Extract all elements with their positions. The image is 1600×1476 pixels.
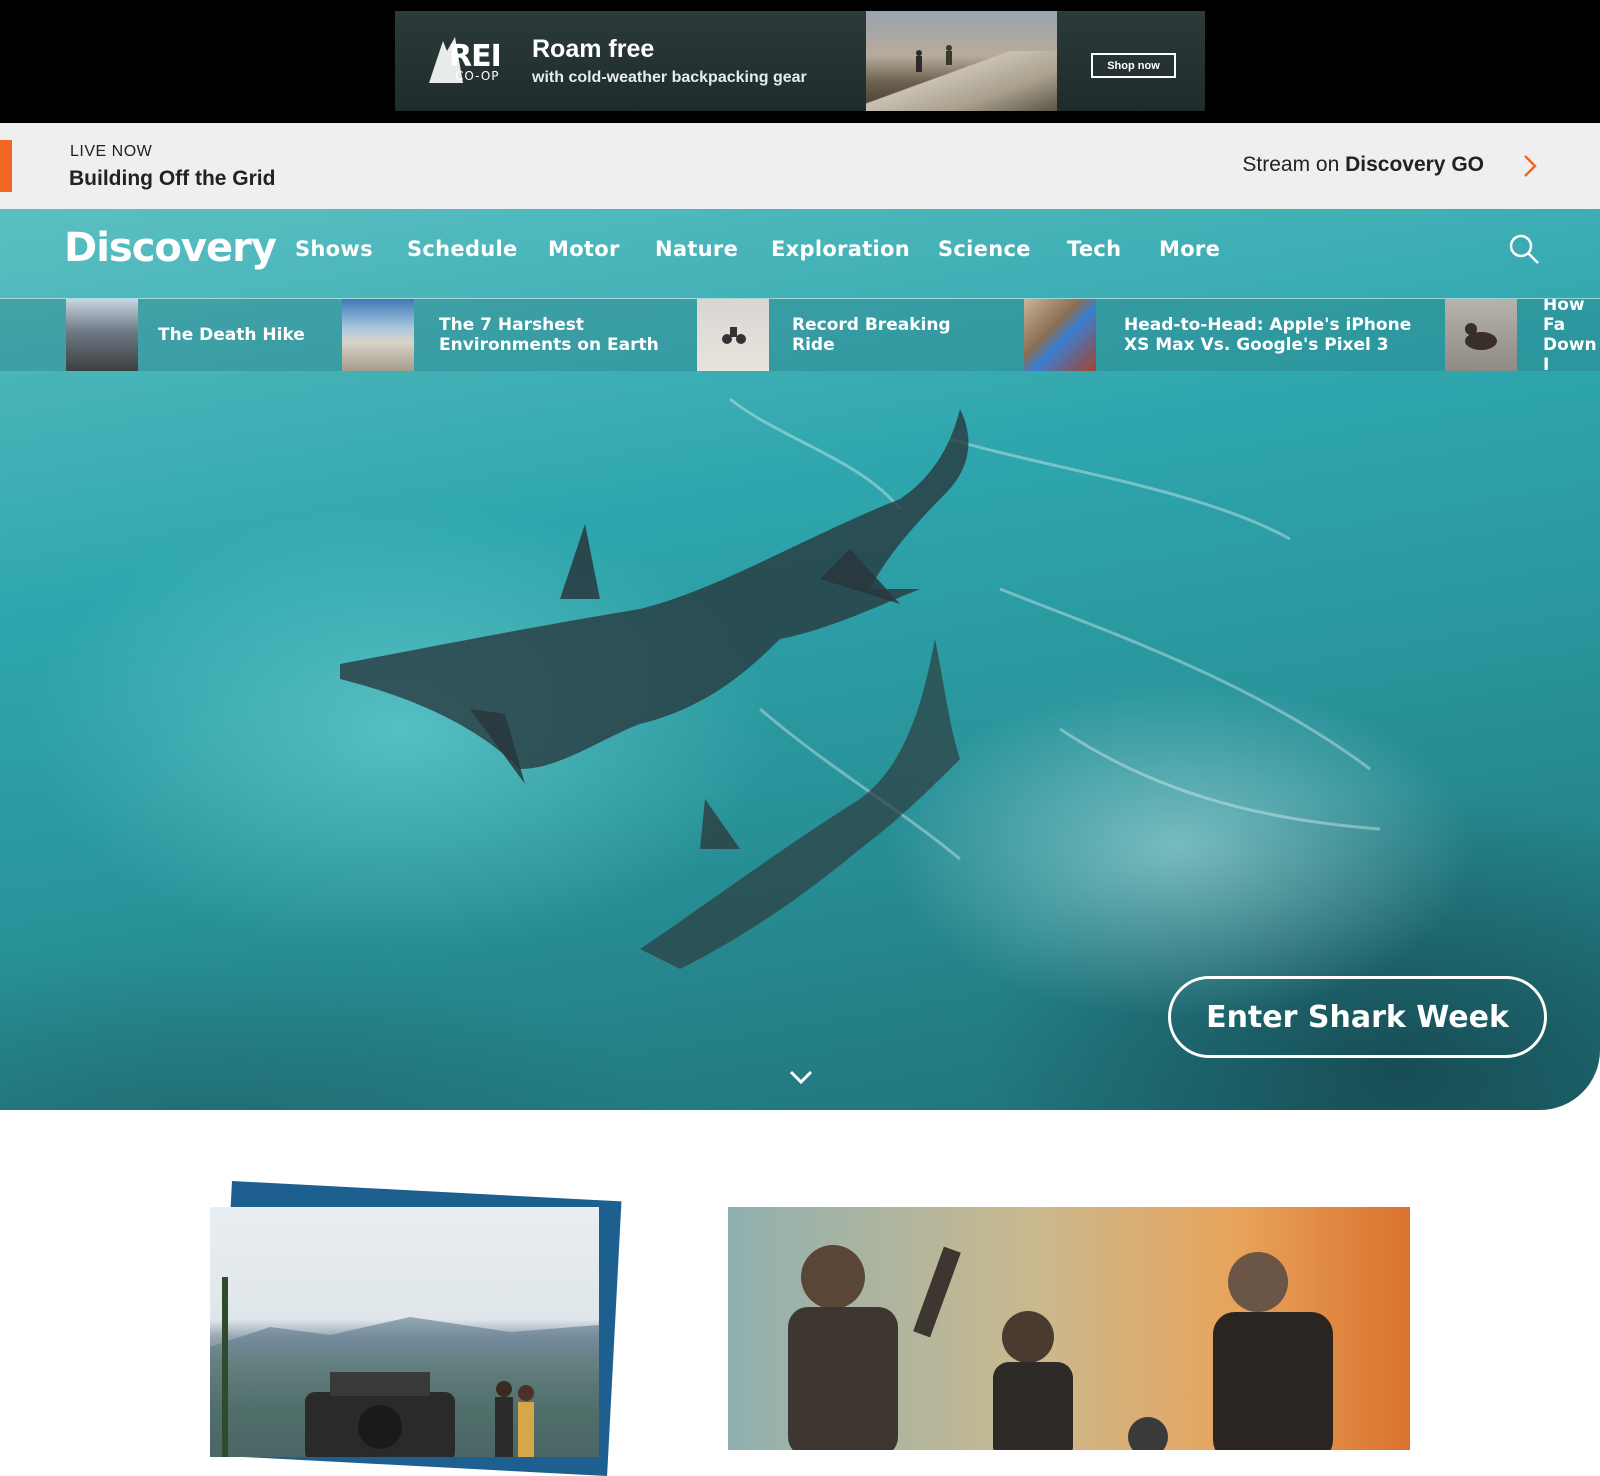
strip-card[interactable]: Head-to-Head: Apple's iPhone XS Max Vs. … [1024, 299, 1414, 371]
strip-thumbnail [1445, 299, 1517, 371]
nav-nature[interactable]: Nature [655, 237, 738, 261]
discovery-logo[interactable]: Discovery [64, 225, 277, 271]
ad-subline: with cold-weather backpacking gear [532, 69, 807, 86]
advertisement-banner[interactable]: REI CO-OP Roam free with cold-weather ba… [395, 11, 1205, 111]
nav-motor[interactable]: Motor [548, 237, 620, 261]
enter-shark-week-button[interactable]: Enter Shark Week [1168, 976, 1547, 1058]
feature-card-right[interactable] [728, 1207, 1410, 1450]
hero-section: Discovery Shows Schedule Motor Nature Ex… [0, 209, 1600, 1110]
ad-photo [866, 11, 1057, 111]
ad-headline: Roam free [532, 35, 655, 63]
live-now-label: LIVE NOW [70, 143, 153, 160]
stream-link[interactable]: Stream on Discovery GO [1242, 153, 1484, 177]
strip-thumbnail [342, 299, 414, 371]
chevron-right-icon[interactable] [1522, 153, 1538, 179]
strip-card-title: The 7 Harshest Environments on Earth [439, 315, 659, 355]
main-navigation: Discovery Shows Schedule Motor Nature Ex… [0, 209, 1600, 299]
strip-card[interactable]: The 7 Harshest Environments on Earth [342, 299, 662, 371]
shop-now-button[interactable]: Shop now [1091, 53, 1176, 78]
strip-card-title: Head-to-Head: Apple's iPhone XS Max Vs. … [1124, 315, 1412, 355]
strip-card[interactable]: The Death Hike [66, 299, 326, 371]
feature-photo-bikers [788, 1245, 1333, 1450]
strip-thumbnail [66, 299, 138, 371]
featured-strip: The Death Hike The 7 Harshest Environmen… [0, 299, 1600, 371]
strip-thumbnail [697, 299, 769, 371]
feature-photo-offroad [210, 1207, 599, 1457]
ad-brand-sub: CO-OP [455, 69, 500, 83]
rei-logo-icon: REI CO-OP [425, 33, 507, 89]
nav-shows[interactable]: Shows [295, 237, 373, 261]
nav-schedule[interactable]: Schedule [407, 237, 518, 261]
chevron-down-icon[interactable] [788, 1069, 814, 1085]
live-now-bar: LIVE NOW Building Off the Grid Stream on… [0, 123, 1600, 209]
stream-brand: Discovery GO [1345, 153, 1484, 176]
search-icon[interactable] [1508, 233, 1540, 265]
nav-science[interactable]: Science [938, 237, 1031, 261]
live-show-title[interactable]: Building Off the Grid [69, 167, 275, 191]
stream-prefix: Stream on [1242, 153, 1346, 176]
ad-bar: REI CO-OP Roam free with cold-weather ba… [0, 0, 1600, 123]
nav-exploration[interactable]: Exploration [771, 237, 910, 261]
strip-card[interactable]: Record Breaking Ride [697, 299, 997, 371]
feature-card-left[interactable] [210, 1181, 622, 1476]
nav-more[interactable]: More [1159, 237, 1220, 261]
nav-tech[interactable]: Tech [1067, 237, 1121, 261]
live-accent-bar [0, 140, 12, 192]
strip-card-title: Record Breaking Ride [792, 315, 951, 355]
strip-card-title: How Fa Down I [1543, 299, 1597, 371]
strip-card[interactable]: How Fa Down I [1445, 299, 1600, 371]
strip-card-title: The Death Hike [158, 325, 305, 345]
strip-thumbnail [1024, 299, 1096, 371]
